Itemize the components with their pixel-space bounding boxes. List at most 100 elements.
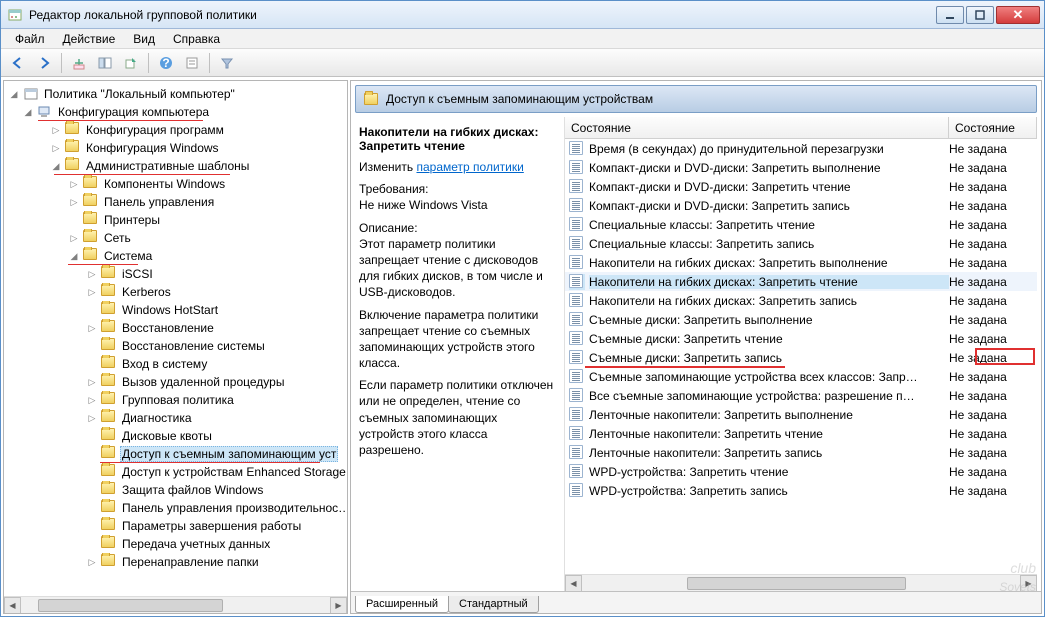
tab-extended[interactable]: Расширенный: [355, 596, 449, 613]
expand-icon[interactable]: ▷: [86, 557, 98, 568]
expand-icon[interactable]: ▷: [68, 233, 80, 244]
list-row[interactable]: Компакт-диски и DVD-диски: Запретить вып…: [565, 158, 1037, 177]
back-button[interactable]: [7, 52, 29, 74]
tree-item-label[interactable]: Защита файлов Windows: [120, 483, 265, 497]
tree-item[interactable]: Компоненты Windows: [102, 177, 227, 191]
tree-item-label[interactable]: iSCSI: [120, 267, 155, 281]
filter-button[interactable]: [216, 52, 238, 74]
list-row[interactable]: Съемные запоминающие устройства всех кла…: [565, 367, 1037, 386]
tree-item[interactable]: ▷ Диагностика: [8, 409, 347, 427]
tree-item[interactable]: Вход в систему: [8, 355, 347, 373]
tree-item-label[interactable]: Доступ к устройствам Enhanced Storage: [120, 465, 347, 479]
tree-item[interactable]: ▷ Групповая политика: [8, 391, 347, 409]
expand-icon[interactable]: ▷: [50, 143, 62, 154]
edit-policy-link[interactable]: параметр политики: [416, 160, 523, 174]
list-hscroll[interactable]: ◀ ▶: [565, 574, 1037, 591]
list-row[interactable]: Съемные диски: Запретить выполнениеНе за…: [565, 310, 1037, 329]
list-row[interactable]: Компакт-диски и DVD-диски: Запретить зап…: [565, 196, 1037, 215]
tree-item-label[interactable]: Параметры завершения работы: [120, 519, 303, 533]
expand-icon[interactable]: ◢: [68, 251, 80, 262]
forward-button[interactable]: [33, 52, 55, 74]
expand-icon[interactable]: ▷: [86, 413, 98, 424]
tree-item[interactable]: ▷ Восстановление: [8, 319, 347, 337]
properties-button[interactable]: [181, 52, 203, 74]
export-button[interactable]: [120, 52, 142, 74]
expand-icon[interactable]: ◢: [22, 107, 34, 118]
scroll-left-button[interactable]: ◀: [4, 597, 21, 614]
tree-item-label[interactable]: Диагностика: [120, 411, 194, 425]
expand-icon[interactable]: ▷: [68, 179, 80, 190]
tree-item-label[interactable]: Windows HotStart: [120, 303, 220, 317]
tree-item[interactable]: ▷Kerberos: [8, 283, 347, 301]
tree-item-label[interactable]: Kerberos: [120, 285, 173, 299]
tree-item[interactable]: Принтеры: [102, 213, 162, 227]
list-row[interactable]: Ленточные накопители: Запретить выполнен…: [565, 405, 1037, 424]
tree-item[interactable]: Восстановление системы: [8, 337, 347, 355]
tree-item-label[interactable]: Передача учетных данных: [120, 537, 272, 551]
tree-pane[interactable]: ◢ Политика "Локальный компьютер" ◢ Конфигу…: [3, 80, 348, 614]
tree-item-label[interactable]: Вход в систему: [120, 357, 209, 371]
expand-icon[interactable]: ▷: [86, 323, 98, 334]
tree-item[interactable]: ▷ iSCSI: [8, 265, 347, 283]
list-row[interactable]: Все съемные запоминающие устройства: раз…: [565, 386, 1037, 405]
tree-item[interactable]: Конфигурация Windows: [84, 141, 221, 155]
tree-item-label[interactable]: Перенаправление папки: [120, 555, 261, 569]
minimize-button[interactable]: [936, 6, 964, 24]
list-row[interactable]: Специальные классы: Запретить записьНе з…: [565, 234, 1037, 253]
menu-view[interactable]: Вид: [125, 30, 163, 48]
tree-computer-config[interactable]: Конфигурация компьютера: [56, 105, 211, 119]
expand-icon[interactable]: ◢: [8, 89, 20, 100]
expand-icon[interactable]: ▷: [86, 377, 98, 388]
tree-item[interactable]: ▷Вызов удаленной процедуры: [8, 373, 347, 391]
tree-item-label[interactable]: Восстановление: [120, 321, 216, 335]
maximize-button[interactable]: [966, 6, 994, 24]
tree-hscroll[interactable]: ◀ ▶: [4, 596, 347, 613]
tree-system[interactable]: Система: [102, 249, 154, 263]
show-hide-tree-button[interactable]: [94, 52, 116, 74]
tree-item[interactable]: Доступ к устройствам Enhanced Storage: [8, 463, 347, 481]
list-row[interactable]: Накопители на гибких дисках: Запретить ч…: [565, 272, 1037, 291]
tab-standard[interactable]: Стандартный: [448, 596, 539, 613]
tree-item[interactable]: Сеть: [102, 231, 133, 245]
menu-action[interactable]: Действие: [55, 30, 124, 48]
tree-item-label[interactable]: Групповая политика: [120, 393, 236, 407]
scroll-right-button[interactable]: ▶: [1020, 575, 1037, 592]
menu-file[interactable]: Файл: [7, 30, 53, 48]
help-button[interactable]: ?: [155, 52, 177, 74]
tree-item[interactable]: ▷ Перенаправление папки: [8, 553, 347, 571]
list-row[interactable]: Накопители на гибких дисках: Запретить в…: [565, 253, 1037, 272]
list-row[interactable]: Время (в секундах) до принудительной пер…: [565, 139, 1037, 158]
list-row[interactable]: WPD-устройства: Запретить записьНе задан…: [565, 481, 1037, 500]
up-button[interactable]: [68, 52, 90, 74]
expand-icon[interactable]: ▷: [50, 125, 62, 136]
tree-item[interactable]: Передача учетных данных: [8, 535, 347, 553]
expand-icon[interactable]: ▷: [68, 197, 80, 208]
tree-item-label[interactable]: Дисковые квоты: [120, 429, 214, 443]
tree-item[interactable]: Дисковые квоты: [8, 427, 347, 445]
close-button[interactable]: ✕: [996, 6, 1040, 24]
titlebar[interactable]: Редактор локальной групповой политики ✕: [1, 1, 1044, 29]
tree-root[interactable]: Политика "Локальный компьютер": [42, 87, 237, 101]
expand-icon[interactable]: ▷: [86, 395, 98, 406]
tree-item[interactable]: Windows HotStart: [8, 301, 347, 319]
list-row[interactable]: Съемные диски: Запретить чтениеНе задана: [565, 329, 1037, 348]
list-row[interactable]: Накопители на гибких дисках: Запретить з…: [565, 291, 1037, 310]
tree-item[interactable]: Панель управления: [102, 195, 216, 209]
list-row[interactable]: Ленточные накопители: Запретить записьНе…: [565, 443, 1037, 462]
tree-admin-templates[interactable]: Административные шаблоны: [84, 159, 251, 173]
list-row[interactable]: Ленточные накопители: Запретить чтениеНе…: [565, 424, 1037, 443]
tree-item[interactable]: Защита файлов Windows: [8, 481, 347, 499]
list-row[interactable]: Специальные классы: Запретить чтениеНе з…: [565, 215, 1037, 234]
list-row[interactable]: Съемные диски: Запретить записьНе задана: [565, 348, 1037, 367]
expand-icon[interactable]: ▷: [86, 269, 98, 280]
tree-item-label[interactable]: Панель управления производительнос…: [120, 501, 347, 515]
list-row[interactable]: WPD-устройства: Запретить чтениеНе задан…: [565, 462, 1037, 481]
menu-help[interactable]: Справка: [165, 30, 228, 48]
col-state[interactable]: Состояние: [565, 117, 949, 138]
list-row[interactable]: Компакт-диски и DVD-диски: Запретить чте…: [565, 177, 1037, 196]
expand-icon[interactable]: ◢: [50, 161, 62, 172]
tree-item-label[interactable]: Доступ к съемным запоминающим уст: [120, 446, 338, 462]
col-state2[interactable]: Состояние: [949, 117, 1037, 138]
tree-item[interactable]: Панель управления производительнос…: [8, 499, 347, 517]
scroll-right-button[interactable]: ▶: [330, 597, 347, 614]
